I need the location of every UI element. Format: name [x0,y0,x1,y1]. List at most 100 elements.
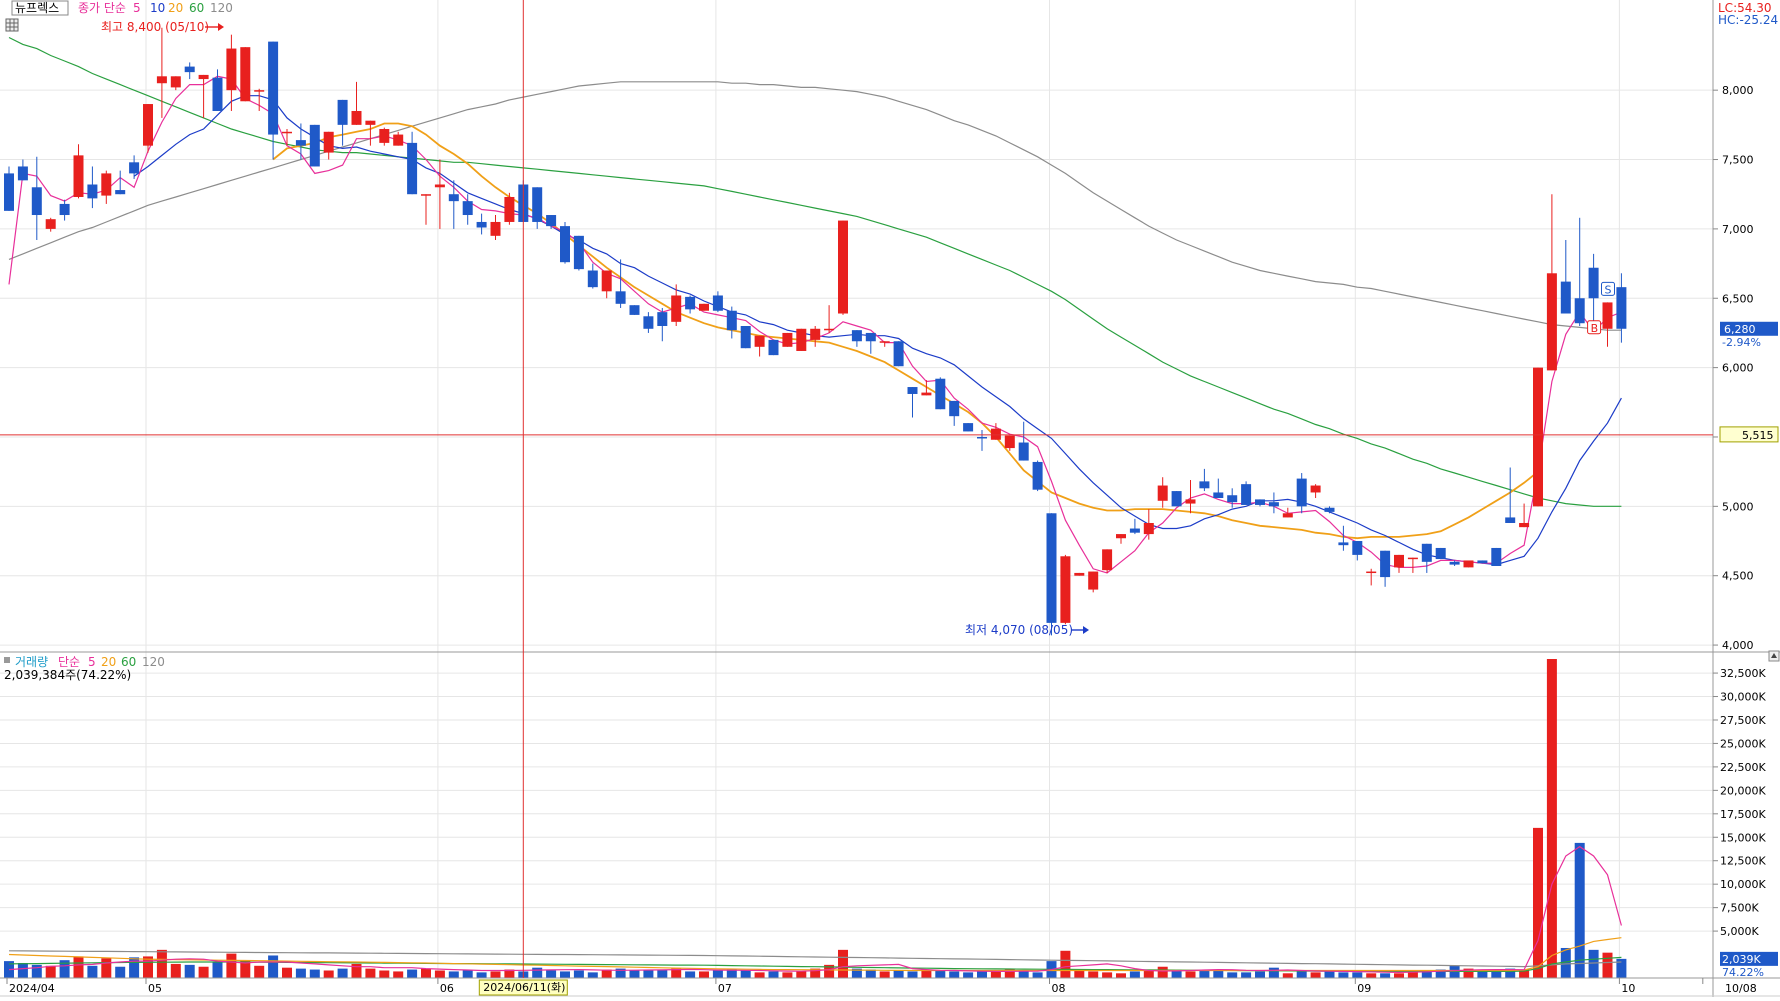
svg-text:2,039K: 2,039K [1722,953,1761,966]
buy-marker[interactable]: B [1587,320,1602,335]
candle [1296,473,1307,514]
date-tick-label: 2024/04 [9,982,55,995]
price-tick-label: 6,500 [1722,292,1754,305]
candle [1227,488,1238,508]
volume-tick-label: 32,500K [1720,667,1766,680]
candle [1588,253,1599,329]
volume-bar [712,970,723,978]
vlegend-ma120[interactable]: 120 [142,655,165,669]
legend-ma120[interactable]: 120 [210,1,233,15]
candle [156,27,167,118]
candle [143,104,153,153]
price-tick-label: 7,000 [1722,223,1754,236]
candle [1310,484,1321,499]
volume-bar [434,970,445,978]
volume-tick-label: 27,500K [1720,714,1766,727]
candle [1324,506,1335,514]
legend-ma10[interactable]: 10 [150,1,165,15]
date-tick-label: 07 [718,982,732,995]
volume-bar [1491,971,1502,978]
volume-bar [685,971,696,978]
candle [407,131,418,195]
volume-bar [17,962,28,978]
candle [1574,217,1585,326]
candle [796,328,807,351]
volume-bar [768,971,779,978]
volume-bar [643,970,654,978]
volume-legend-label: 거래량 [15,655,48,669]
volume-bar [1227,972,1238,978]
volume-bar [1213,970,1224,978]
candle [45,217,56,232]
candle [129,155,140,179]
panel-collapse-icon[interactable] [1768,650,1780,662]
volume-bar [1533,827,1543,978]
volume-bar [1352,972,1363,978]
volume-bar [421,968,431,978]
volume-bar [295,968,306,978]
candle [1129,518,1140,535]
price-moving-averages [8,36,1622,574]
low-annotation: 최저 4,070 (08/05) [965,623,1073,637]
volume-bar [1060,950,1071,978]
candle [184,62,195,80]
volume-bar [1032,972,1043,978]
line-ma10 [133,95,1622,566]
volume-bar [198,966,209,978]
volume-pct: 74.22% [1722,966,1764,979]
date-tick-label: 10 [1621,982,1635,995]
volume-current: 2,039,384주(74.22%) [4,668,131,682]
volume-bar [115,966,126,978]
candle [490,215,501,240]
volume-bar [1394,973,1404,978]
line-ma5 [8,75,1622,574]
candle [1394,554,1404,573]
vlegend-ma20[interactable]: 20 [101,655,116,669]
vlegend-ma5[interactable]: 5 [88,655,96,669]
candle [448,180,459,229]
volume-bar [754,972,765,978]
sell-marker[interactable]: S [1601,281,1615,296]
table-icon[interactable] [5,18,19,32]
vlegend-ma60[interactable]: 60 [121,655,136,669]
candle [504,192,515,225]
chart-canvas[interactable]: 4,0004,5005,0005,5006,0006,5007,0007,500… [0,0,1780,997]
current-price-badge: 6,280 [1720,321,1778,336]
candle [101,170,112,204]
volume-bar [1296,971,1307,978]
candle [657,307,668,342]
volume-bar [1602,952,1613,978]
volume-bar [282,967,292,978]
candle [4,166,14,211]
volume-bar [1088,971,1099,978]
volume-bar [532,967,543,978]
volume-bar [573,970,584,978]
candle [1199,468,1210,492]
candle [740,326,751,349]
candle [1102,549,1113,573]
volume-tick-label: 17,500K [1720,808,1766,821]
volume-bar [1129,971,1140,978]
legend-ma5[interactable]: 5 [133,1,141,15]
volume-bar [407,969,418,978]
volume-bar [1116,973,1126,978]
volume-legend-sub: 단순 [58,655,80,669]
candle [1255,499,1265,507]
candle [323,131,334,160]
volume-bar [1018,971,1029,978]
candle [1157,477,1168,508]
volume-bar [101,958,112,978]
candle [851,330,862,347]
candle [865,332,876,354]
legend-ma20[interactable]: 20 [168,1,183,15]
volume-bar [1185,971,1196,978]
volume-bar [87,965,98,978]
legend-ma60[interactable]: 60 [189,1,204,15]
volume-bar [949,971,960,978]
volume-bar [838,949,848,978]
price-tick-label: 7,500 [1722,154,1754,167]
candle [240,47,251,102]
volume-bar [323,970,334,978]
line-vma20 [8,937,1622,972]
volume-legend: 거래량 단순 5 20 60 120 2,039,384주(74.22%) [4,655,165,682]
